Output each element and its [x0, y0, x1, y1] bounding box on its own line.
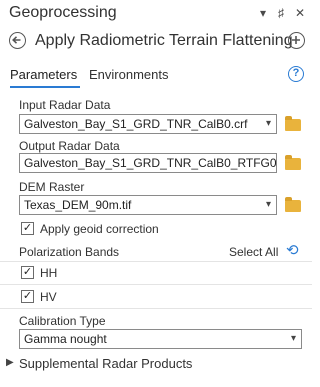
output-radar-field[interactable]: Galveston_Bay_S1_GRD_TNR_CalB0_RTFG0.crf [19, 153, 277, 173]
tab-parameters[interactable]: Parameters [10, 67, 77, 82]
pin-icon[interactable]: ♯ [274, 5, 288, 21]
calibration-value: Gamma nought [24, 332, 107, 346]
tab-bar: Parameters Environments ? [0, 64, 312, 88]
tool-title: Apply Radiometric Terrain Flattening [35, 32, 293, 49]
folder-icon[interactable] [285, 155, 301, 170]
chevron-down-icon[interactable]: ▾ [291, 330, 296, 348]
divider [0, 308, 312, 309]
dem-raster-field[interactable]: Texas_DEM_90m.tif ▾ [19, 195, 277, 215]
dem-raster-label: DEM Raster [19, 180, 85, 194]
help-icon[interactable]: ? [288, 66, 304, 82]
add-icon [292, 36, 300, 44]
tab-active-indicator [10, 86, 80, 88]
band-hv-checkbox[interactable]: ✓ [21, 290, 34, 303]
close-icon[interactable]: ✕ [293, 5, 307, 21]
geoid-correction-checkbox[interactable]: ✓ [21, 222, 34, 235]
chevron-down-icon[interactable]: ▾ [266, 115, 271, 133]
polarization-label: Polarization Bands [19, 245, 120, 259]
folder-icon[interactable] [285, 116, 301, 131]
input-radar-label: Input Radar Data [19, 98, 111, 112]
tab-environments[interactable]: Environments [89, 67, 168, 82]
refresh-icon[interactable]: ⟲ [286, 243, 299, 258]
back-button[interactable] [9, 32, 26, 49]
supplemental-products-label[interactable]: Supplemental Radar Products [19, 356, 192, 371]
divider [0, 261, 312, 262]
chevron-down-icon[interactable]: ▾ [266, 196, 271, 214]
tool-header: Apply Radiometric Terrain Flattening [0, 29, 312, 57]
expand-chevron-icon[interactable]: ▶ [6, 357, 14, 368]
back-arrow-icon [12, 36, 21, 44]
calibration-select[interactable]: Gamma nought ▾ [19, 329, 302, 349]
calibration-label: Calibration Type [19, 314, 106, 328]
output-radar-value: Galveston_Bay_S1_GRD_TNR_CalB0_RTFG0.crf [24, 156, 277, 170]
output-radar-label: Output Radar Data [19, 139, 120, 153]
pane-menu-chevron-icon[interactable]: ▾ [256, 5, 270, 21]
pane-header: Geoprocessing ▾ ♯ ✕ [0, 0, 312, 29]
band-hh-checkbox[interactable]: ✓ [21, 266, 34, 279]
input-radar-value: Galveston_Bay_S1_GRD_TNR_CalB0.crf [24, 117, 248, 131]
geoid-correction-label: Apply geoid correction [40, 222, 159, 236]
select-all-button[interactable]: Select All [229, 245, 278, 259]
divider [0, 284, 312, 285]
dem-raster-value: Texas_DEM_90m.tif [24, 198, 132, 212]
band-hh-label: HH [40, 266, 58, 280]
pane-title: Geoprocessing [9, 4, 117, 21]
folder-icon[interactable] [285, 197, 301, 212]
band-hv-label: HV [40, 290, 57, 304]
input-radar-field[interactable]: Galveston_Bay_S1_GRD_TNR_CalB0.crf ▾ [19, 114, 277, 134]
add-button[interactable] [288, 32, 305, 49]
